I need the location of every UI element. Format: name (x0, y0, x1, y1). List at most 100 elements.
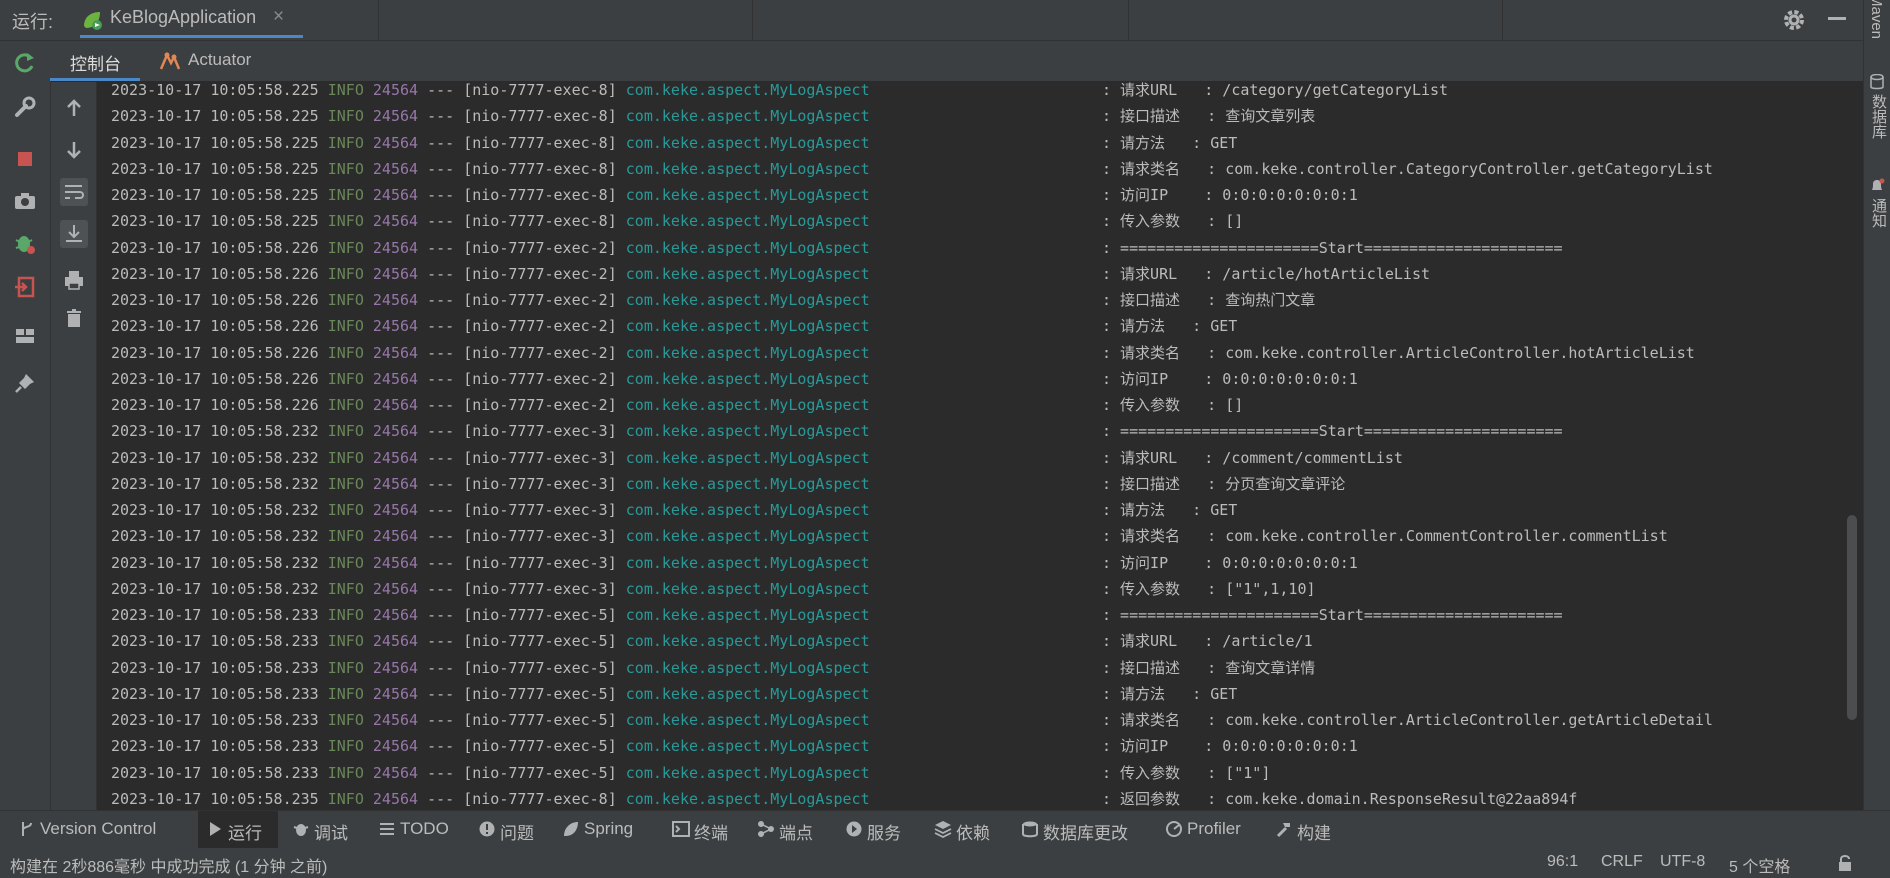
tool-window-build[interactable]: 构建 (1267, 811, 1355, 848)
log-thread: [nio-7777-exec-3] (463, 422, 617, 441)
run-label: 运行: (12, 12, 54, 32)
log-line: 2023-10-17 10:05:58.233 INFO 24564 --- [… (111, 602, 1563, 628)
tool-window-spring[interactable]: Spring (554, 811, 658, 848)
log-logger: com.keke.aspect.MyLogAspect (625, 133, 870, 152)
trash-icon[interactable] (60, 304, 88, 332)
log-line: 2023-10-17 10:05:58.226 INFO 24564 --- [… (111, 392, 1243, 418)
wrench-icon[interactable] (11, 93, 39, 121)
file-encoding[interactable]: UTF-8 (1660, 853, 1705, 871)
log-separator: --- (427, 396, 455, 414)
log-thread: [nio-7777-exec-2] (463, 264, 617, 283)
tool-window-label: 数据库更改 (1043, 824, 1128, 843)
tool-window-list[interactable]: TODO (370, 811, 462, 848)
log-line: 2023-10-17 10:05:58.226 INFO 24564 --- [… (111, 261, 1430, 287)
log-message: : 传入参数 : [] (1102, 396, 1244, 414)
log-message: : 传入参数 : ["1"] (1102, 763, 1271, 782)
tool-window-info[interactable]: 问题 (470, 811, 548, 848)
rerun-icon[interactable] (11, 49, 39, 77)
right-tool-strip: Maven 数据库 通知 (1863, 0, 1890, 810)
print-icon[interactable] (60, 266, 88, 294)
tool-window-debug[interactable]: 调试 (284, 811, 364, 848)
tab-console[interactable]: 控制台 (50, 41, 140, 81)
notifications-tool-button[interactable]: 通知 (1868, 198, 1889, 228)
log-separator: --- (427, 133, 455, 152)
caret-position[interactable]: 96:1 (1547, 853, 1578, 871)
log-message: : 返回参数 : com.keke.domain.ResponseResult@… (1102, 789, 1578, 808)
log-level: INFO (327, 501, 364, 519)
log-message: : 请求URL : /article/hotArticleList (1102, 264, 1431, 283)
exit-icon[interactable] (11, 273, 39, 301)
tool-window-label: Spring (584, 819, 634, 838)
log-separator: --- (427, 711, 455, 729)
run-tab-keblogapplication[interactable]: KeBlogApplication × (80, 0, 303, 38)
log-pid: 24564 (372, 737, 419, 756)
tool-window-branch[interactable]: Version Control (10, 811, 188, 848)
log-logger: com.keke.aspect.MyLogAspect (625, 422, 870, 441)
log-level: INFO (327, 186, 364, 204)
log-separator: --- (427, 159, 455, 178)
scroll-to-end-icon[interactable] (60, 220, 88, 248)
log-line: 2023-10-17 10:05:58.225 INFO 24564 --- [… (111, 182, 1358, 208)
log-separator: --- (427, 553, 455, 572)
log-line: 2023-10-17 10:05:58.225 INFO 24564 --- [… (111, 156, 1713, 182)
log-pid: 24564 (372, 763, 419, 782)
log-logger: com.keke.aspect.MyLogAspect (625, 448, 870, 467)
pin-icon[interactable] (11, 369, 39, 397)
log-message: : 请求URL : /category/getCategoryList (1102, 82, 1449, 99)
maven-tool-button[interactable]: Maven (1868, 0, 1885, 39)
soft-wrap-icon[interactable] (60, 178, 88, 206)
tool-window-endpoints[interactable]: 端点 (749, 811, 831, 848)
minimize-icon[interactable] (1828, 17, 1846, 20)
list-icon (380, 823, 394, 835)
log-message: : ======================Start===========… (1102, 238, 1563, 257)
log-logger: com.keke.aspect.MyLogAspect (625, 553, 870, 572)
log-line: 2023-10-17 10:05:58.232 INFO 24564 --- [… (111, 497, 1237, 523)
tool-window-label: 终端 (694, 824, 728, 843)
tool-window-profiler[interactable]: Profiler (1157, 811, 1261, 848)
log-level: INFO (327, 133, 364, 152)
console-scrollbar[interactable] (1847, 515, 1857, 720)
log-level: INFO (327, 343, 364, 362)
log-timestamp: 2023-10-17 10:05:58.226 (111, 369, 319, 388)
tool-window-database-changes[interactable]: 数据库更改 (1013, 811, 1151, 848)
log-level: INFO (327, 369, 364, 388)
log-thread: [nio-7777-exec-5] (463, 763, 617, 782)
tool-window-terminal[interactable]: 终端 (664, 811, 744, 848)
log-message: : 访问IP : 0:0:0:0:0:0:0:1 (1102, 553, 1358, 572)
arrow-down-icon[interactable] (60, 136, 88, 164)
tool-window-services[interactable]: 服务 (837, 811, 921, 848)
console-output[interactable]: 2023-10-17 10:05:58.225 INFO 24564 --- [… (97, 82, 1847, 810)
spring-icon (564, 822, 578, 836)
tool-window-run[interactable]: 运行 (198, 811, 278, 848)
indent-setting[interactable]: 5 个空格 (1729, 853, 1790, 877)
database-tool-button[interactable]: 数据库 (1868, 94, 1889, 139)
log-logger: com.keke.aspect.MyLogAspect (625, 579, 870, 598)
layout-icon[interactable] (11, 322, 39, 350)
log-timestamp: 2023-10-17 10:05:58.233 (111, 658, 319, 677)
gear-icon[interactable] (1780, 6, 1808, 34)
debug-bug-icon[interactable] (11, 230, 39, 258)
log-line: 2023-10-17 10:05:58.226 INFO 24564 --- [… (111, 235, 1563, 261)
log-thread: [nio-7777-exec-3] (463, 501, 617, 519)
close-tab-icon[interactable]: × (273, 6, 284, 28)
log-logger: com.keke.aspect.MyLogAspect (625, 606, 870, 624)
log-timestamp: 2023-10-17 10:05:58.225 (111, 82, 319, 99)
log-thread: [nio-7777-exec-2] (463, 369, 617, 388)
log-separator: --- (427, 632, 455, 651)
arrow-up-icon[interactable] (60, 94, 88, 122)
camera-icon[interactable] (11, 187, 39, 215)
lock-icon[interactable] (1836, 854, 1854, 872)
line-separator[interactable]: CRLF (1601, 853, 1643, 871)
log-thread: [nio-7777-exec-5] (463, 658, 617, 677)
log-message: : 请求类名 : com.keke.controller.CommentCont… (1102, 527, 1668, 546)
log-thread: [nio-7777-exec-3] (463, 527, 617, 546)
stop-icon[interactable] (11, 145, 39, 173)
log-level: INFO (327, 474, 364, 493)
log-thread: [nio-7777-exec-2] (463, 343, 617, 362)
tool-window-dependencies[interactable]: 依赖 (926, 811, 1008, 848)
log-level: INFO (327, 553, 364, 572)
build-status-message[interactable]: 构建在 2秒886毫秒 中成功完成 (1 分钟 之前) (10, 853, 327, 877)
log-logger: com.keke.aspect.MyLogAspect (625, 711, 870, 729)
profiler-icon (1166, 821, 1182, 837)
log-pid: 24564 (372, 553, 419, 572)
